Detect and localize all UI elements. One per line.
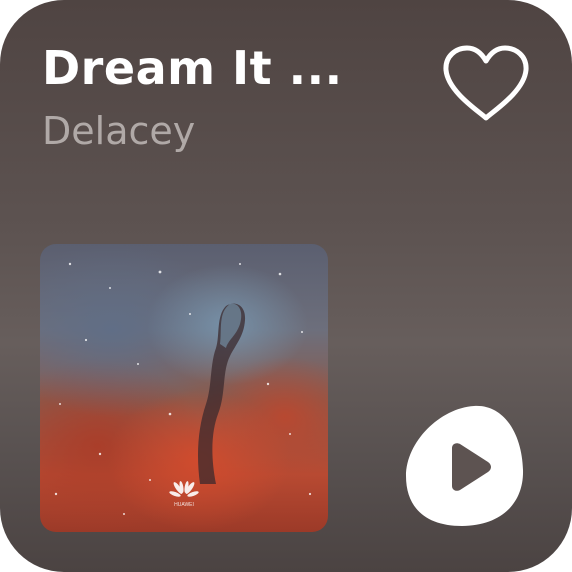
music-player-widget: Dream It ... Delacey HUAWEI: [0, 0, 572, 572]
play-icon: [406, 405, 524, 526]
brand-logo: HUAWEI: [169, 481, 199, 508]
brand-logo-text: HUAWEI: [174, 502, 194, 508]
album-artwork[interactable]: HUAWEI: [40, 244, 328, 532]
favorite-button[interactable]: [440, 44, 532, 124]
track-title: Dream It ...: [42, 41, 343, 95]
play-button[interactable]: [404, 404, 524, 528]
track-artist: Delacey: [42, 109, 196, 153]
heart-outline-icon: [443, 45, 529, 121]
nebula-artwork: HUAWEI: [54, 262, 312, 515]
